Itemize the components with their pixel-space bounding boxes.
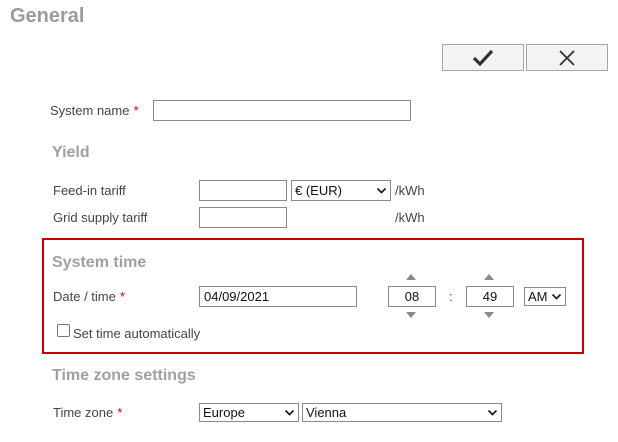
feed-in-unit: /kWh bbox=[395, 183, 425, 198]
yield-section-title: Yield bbox=[52, 144, 90, 161]
close-icon bbox=[559, 49, 575, 66]
feed-in-tariff-label: Feed-in tariff bbox=[53, 183, 126, 198]
hour-down-arrow-icon[interactable] bbox=[405, 311, 417, 319]
currency-select[interactable]: € (EUR) bbox=[291, 180, 391, 201]
chevron-down-icon bbox=[284, 409, 295, 416]
system-name-label-text: System name bbox=[50, 103, 130, 118]
feed-in-tariff-input[interactable] bbox=[199, 180, 287, 201]
datetime-label: Date / time * bbox=[53, 289, 125, 304]
hour-up-arrow-icon[interactable] bbox=[405, 273, 417, 281]
minute-down-arrow-icon[interactable] bbox=[483, 311, 495, 319]
chevron-down-icon bbox=[376, 187, 387, 194]
ampm-select-value: AM bbox=[528, 289, 548, 304]
page-title: General bbox=[10, 5, 85, 27]
minute-up-arrow-icon[interactable] bbox=[483, 273, 495, 281]
timezone-region-select[interactable]: Europe bbox=[199, 403, 299, 422]
system-name-label: System name * bbox=[50, 103, 139, 118]
date-input[interactable] bbox=[199, 286, 357, 307]
system-name-input[interactable] bbox=[153, 100, 411, 121]
required-mark: * bbox=[133, 103, 139, 118]
timezone-region-value: Europe bbox=[203, 405, 245, 420]
grid-supply-tariff-label: Grid supply tariff bbox=[53, 210, 148, 225]
minute-input[interactable] bbox=[466, 286, 514, 307]
chevron-down-icon bbox=[487, 409, 498, 416]
hour-input[interactable] bbox=[388, 286, 436, 307]
required-mark: * bbox=[117, 405, 123, 420]
currency-select-value: € (EUR) bbox=[295, 183, 342, 198]
confirm-button[interactable] bbox=[442, 44, 524, 71]
system-time-section-title: System time bbox=[52, 254, 147, 271]
ampm-select[interactable]: AM bbox=[524, 287, 566, 306]
set-time-automatically-checkbox[interactable] bbox=[57, 324, 70, 337]
grid-supply-unit: /kWh bbox=[395, 210, 425, 225]
timezone-label-text: Time zone bbox=[53, 405, 114, 420]
time-separator: : bbox=[449, 289, 453, 304]
grid-supply-tariff-input[interactable] bbox=[199, 207, 287, 228]
timezone-city-select[interactable]: Vienna bbox=[302, 403, 502, 422]
required-mark: * bbox=[119, 289, 125, 304]
timezone-city-value: Vienna bbox=[306, 405, 347, 420]
timezone-section-title: Time zone settings bbox=[52, 367, 196, 384]
timezone-label: Time zone * bbox=[53, 405, 122, 420]
set-time-automatically-label[interactable]: Set time automatically bbox=[73, 326, 200, 341]
checkmark-icon bbox=[472, 49, 494, 66]
datetime-label-text: Date / time bbox=[53, 289, 116, 304]
cancel-button[interactable] bbox=[526, 44, 608, 71]
chevron-down-icon bbox=[551, 293, 562, 300]
